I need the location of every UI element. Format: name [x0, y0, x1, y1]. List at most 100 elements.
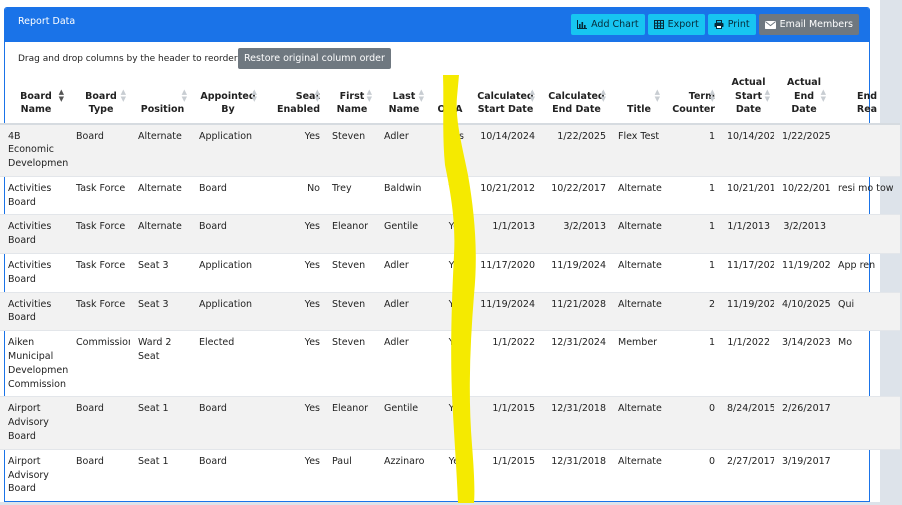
column-header-board-name[interactable]: Board Name ▲ ▼: [0, 70, 68, 125]
cell-appointed-by: Elected: [191, 330, 261, 397]
sort-icon[interactable]: ▲ ▼: [821, 88, 826, 103]
envelope-icon: [764, 20, 776, 29]
cell-calc-start: 1/1/2013: [468, 214, 539, 254]
column-header-calc-end[interactable]: Calculated End Date ▲ ▼: [539, 70, 610, 125]
email-members-label: Email Members: [779, 19, 853, 30]
cell-actual-end: 1/22/2025: [774, 123, 830, 177]
column-header-label: Enabled: [277, 104, 320, 115]
cell-term-counter: 1: [664, 175, 719, 215]
sort-icon[interactable]: ▲ ▼: [419, 88, 424, 103]
sort-icon[interactable]: ▲ ▼: [765, 88, 770, 103]
cell-oma: Yes: [428, 448, 468, 502]
cell-term-counter: 2: [664, 291, 719, 331]
sort-ascending-icon[interactable]: ▲ ▼: [59, 88, 64, 103]
table-row[interactable]: Airport Advisory Board Board Seat 1 Board Ye…: [0, 396, 900, 450]
table-row[interactable]: Activities Board Task Force Seat 3 Applicat…: [0, 253, 900, 293]
cell-position: Alternate: [130, 123, 191, 177]
cell-last-name: Azzinaro: [376, 448, 428, 502]
column-header-calc-start[interactable]: Calculated Start Date ▲ ▼: [468, 70, 539, 125]
column-header-position[interactable]: Position ▲ ▼: [130, 70, 191, 125]
column-header-end-reason[interactable]: End Rea: [830, 70, 900, 125]
cell-appointed-by: Application: [191, 291, 261, 331]
report-table: Board Name ▲ ▼ Board Type ▲ ▼ Position ▲ ▼ Appointe…: [0, 70, 900, 502]
column-header-actual-end[interactable]: Actual End Date ▲ ▼: [774, 70, 830, 125]
column-header-last-name[interactable]: Last Name ▲ ▼: [376, 70, 428, 125]
restore-column-order-button[interactable]: Restore original column order: [238, 48, 391, 69]
table-row[interactable]: Activities Board Task Force Seat 3 Applicat…: [0, 291, 900, 331]
cell-board-name: Airport Advisory Board: [0, 448, 68, 502]
cell-end-reason: Qui: [830, 291, 900, 331]
column-header-appointed-by[interactable]: Appointed By ▲ ▼: [191, 70, 261, 125]
sort-icon[interactable]: ▲ ▼: [121, 88, 126, 103]
cell-board-type: Board: [68, 123, 130, 177]
cell-position: Seat 1: [130, 448, 191, 502]
cell-board-type: Board: [68, 396, 130, 450]
column-header-oma[interactable]: OMA: [428, 70, 468, 125]
cell-board-type: Task Force: [68, 253, 130, 293]
table-body: 4B Economic Development Board Alternate App…: [0, 123, 900, 502]
column-header-label: End Date: [552, 104, 601, 115]
sort-icon[interactable]: ▲ ▼: [367, 88, 372, 103]
column-header-label: Board: [20, 90, 52, 102]
print-button[interactable]: Print: [707, 14, 756, 35]
cell-calc-end: 12/31/2018: [539, 448, 610, 502]
sort-icon[interactable]: ▲ ▼: [252, 88, 257, 103]
table-row[interactable]: Aiken Municipal Development Commission Co…: [0, 330, 900, 397]
cell-calc-end: 1/22/2025: [539, 123, 610, 177]
cell-board-type: Task Force: [68, 291, 130, 331]
sort-icon[interactable]: ▲ ▼: [710, 88, 715, 103]
add-chart-button[interactable]: Add Chart: [571, 14, 645, 35]
cell-seat-enabled: Yes: [261, 214, 324, 254]
cell-title: Member: [610, 330, 664, 397]
table-row[interactable]: Airport Advisory Board Board Seat 1 Board Ye…: [0, 448, 900, 502]
column-header-seat-enabled[interactable]: Seat Enabled ▲ ▼: [261, 70, 324, 125]
column-header-term-counter[interactable]: Term Counter ▲ ▼: [664, 70, 719, 125]
export-button[interactable]: Export: [647, 14, 705, 35]
cell-actual-end: 3/14/2023: [774, 330, 830, 397]
column-header-label: End: [793, 90, 815, 102]
cell-board-type: Commission: [68, 330, 130, 397]
sort-icon[interactable]: ▲ ▼: [182, 88, 187, 103]
header-buttons: Add Chart Export Print Email Members: [571, 14, 859, 35]
cell-first-name: Eleanor: [324, 214, 376, 254]
sort-icon[interactable]: ▲ ▼: [315, 88, 320, 103]
cell-calc-end: 10/22/2017: [539, 175, 610, 215]
column-header-first-name[interactable]: First Name ▲ ▼: [324, 70, 376, 125]
add-chart-label: Add Chart: [591, 19, 639, 30]
header-row: Board Name ▲ ▼ Board Type ▲ ▼ Position ▲ ▼ Appointe…: [0, 70, 900, 125]
email-members-button[interactable]: Email Members: [758, 14, 859, 35]
cell-title: Alternate: [610, 448, 664, 502]
cell-actual-start: 8/24/2015: [719, 396, 774, 450]
printer-icon: [714, 20, 724, 29]
sort-icon[interactable]: ▲ ▼: [530, 88, 535, 103]
cell-oma: Yes: [428, 175, 468, 215]
sort-icon[interactable]: ▲ ▼: [655, 88, 660, 103]
column-header-label: Calculated: [548, 90, 605, 102]
cell-first-name: Steven: [324, 123, 376, 177]
cell-end-reason: [830, 396, 900, 450]
cell-calc-start: 10/14/2024: [468, 123, 539, 177]
column-header-label: Appointed: [200, 90, 256, 102]
column-header-board-type[interactable]: Board Type ▲ ▼: [68, 70, 130, 125]
column-header-label: First: [339, 90, 365, 102]
cell-appointed-by: Board: [191, 396, 261, 450]
sort-icon[interactable]: ▲ ▼: [601, 88, 606, 103]
cell-actual-start: 11/17/2020: [719, 253, 774, 293]
column-header-title[interactable]: Title ▲ ▼: [610, 70, 664, 125]
cell-end-reason: resi mo tow: [830, 175, 900, 215]
column-header-label: By: [221, 104, 235, 115]
table-row[interactable]: Activities Board Task Force Alternate Board…: [0, 175, 900, 215]
cell-board-type: Task Force: [68, 214, 130, 254]
table-row[interactable]: Activities Board Task Force Alternate Board…: [0, 214, 900, 254]
cell-appointed-by: Board: [191, 175, 261, 215]
column-header-label: Name: [20, 104, 52, 115]
column-header-label: Start: [734, 90, 763, 102]
cell-appointed-by: Board: [191, 448, 261, 502]
column-header-label: End: [856, 90, 878, 102]
column-header-actual-start[interactable]: Actual Start Date ▲ ▼: [719, 70, 774, 125]
table-row[interactable]: 4B Economic Development Board Alternate App…: [0, 123, 900, 177]
column-header-label: Calculated: [477, 90, 534, 102]
cell-oma: Yes: [428, 123, 468, 177]
cell-seat-enabled: Yes: [261, 291, 324, 331]
cell-calc-start: 1/1/2022: [468, 330, 539, 397]
